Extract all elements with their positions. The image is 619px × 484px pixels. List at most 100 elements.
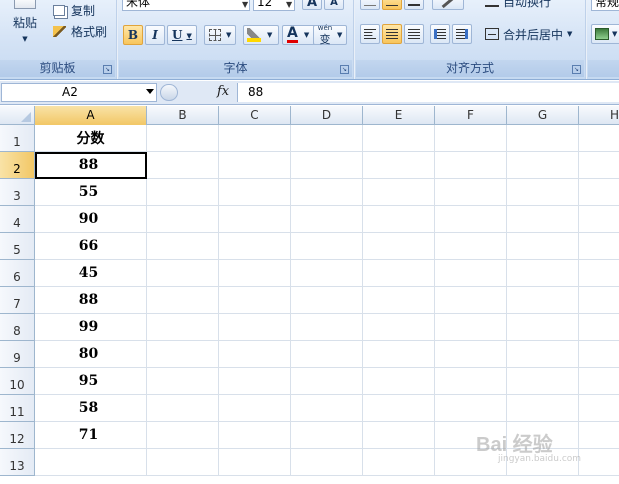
select-all-corner[interactable] (0, 106, 35, 125)
cell-a9[interactable]: 80 (35, 341, 147, 368)
cell-h11[interactable] (579, 395, 619, 422)
italic-button[interactable]: I (145, 25, 165, 45)
accounting-format-button[interactable]: ▼ (591, 24, 619, 44)
cell-a3[interactable]: 55 (35, 179, 147, 206)
phonetic-button[interactable]: wén 变 ▼ (313, 24, 347, 46)
cell-e2[interactable] (363, 152, 435, 179)
cell-e6[interactable] (363, 260, 435, 287)
cell-a6[interactable]: 45 (35, 260, 147, 287)
cell-c10[interactable] (219, 368, 291, 395)
column-header-b[interactable]: B (147, 106, 219, 125)
cell-g10[interactable] (507, 368, 579, 395)
cell-f10[interactable] (435, 368, 507, 395)
cell-g12[interactable] (507, 422, 579, 449)
cell-b11[interactable] (147, 395, 219, 422)
number-format-select[interactable]: 常规 (591, 0, 619, 11)
cell-h5[interactable] (579, 233, 619, 260)
cell-f6[interactable] (435, 260, 507, 287)
cell-h4[interactable] (579, 206, 619, 233)
cell-h13[interactable] (579, 449, 619, 476)
font-name-select[interactable]: 宋体 (122, 0, 250, 11)
cell-g11[interactable] (507, 395, 579, 422)
row-header-2[interactable]: 2 (0, 152, 35, 179)
cell-b1[interactable] (147, 125, 219, 152)
cell-b4[interactable] (147, 206, 219, 233)
cell-h10[interactable] (579, 368, 619, 395)
row-header-11[interactable]: 11 (0, 395, 35, 422)
paste-button[interactable]: 粘贴 ▼ (4, 0, 46, 54)
cell-c4[interactable] (219, 206, 291, 233)
column-header-f[interactable]: F (435, 106, 507, 125)
column-header-g[interactable]: G (507, 106, 579, 125)
cell-d9[interactable] (291, 341, 363, 368)
cell-g5[interactable] (507, 233, 579, 260)
cell-f1[interactable] (435, 125, 507, 152)
cell-a13[interactable] (35, 449, 147, 476)
cell-d5[interactable] (291, 233, 363, 260)
cell-f12[interactable] (435, 422, 507, 449)
cell-g3[interactable] (507, 179, 579, 206)
row-header-6[interactable]: 6 (0, 260, 35, 287)
fill-color-button[interactable]: ▼ (243, 25, 279, 45)
cell-a11[interactable]: 58 (35, 395, 147, 422)
row-header-3[interactable]: 3 (0, 179, 35, 206)
underline-button[interactable]: U ▼ (167, 25, 197, 45)
increase-indent-button[interactable] (452, 24, 472, 44)
column-header-a[interactable]: A (35, 106, 147, 125)
cell-c2[interactable] (219, 152, 291, 179)
cell-d11[interactable] (291, 395, 363, 422)
cell-e10[interactable] (363, 368, 435, 395)
grow-font-button[interactable]: A (302, 0, 322, 10)
cell-b2[interactable] (147, 152, 219, 179)
cell-e5[interactable] (363, 233, 435, 260)
merge-center-button[interactable]: 合并后居中 ▼ (484, 24, 580, 44)
cell-b13[interactable] (147, 449, 219, 476)
cell-d4[interactable] (291, 206, 363, 233)
cell-f3[interactable] (435, 179, 507, 206)
row-header-9[interactable]: 9 (0, 341, 35, 368)
cell-a4[interactable]: 90 (35, 206, 147, 233)
insert-function-icon[interactable]: fx (217, 84, 229, 99)
cell-b9[interactable] (147, 341, 219, 368)
cell-g1[interactable] (507, 125, 579, 152)
row-header-8[interactable]: 8 (0, 314, 35, 341)
cell-b5[interactable] (147, 233, 219, 260)
cell-e7[interactable] (363, 287, 435, 314)
align-left-button[interactable] (360, 24, 380, 44)
cell-c11[interactable] (219, 395, 291, 422)
align-right-button[interactable] (404, 24, 424, 44)
align-center-button[interactable] (382, 24, 402, 44)
wrap-text-button[interactable]: 自动换行 (484, 0, 574, 10)
cell-c1[interactable] (219, 125, 291, 152)
name-box[interactable]: A2 (1, 83, 157, 102)
top-align-button[interactable] (360, 0, 380, 10)
cell-b10[interactable] (147, 368, 219, 395)
cell-h3[interactable] (579, 179, 619, 206)
cell-f8[interactable] (435, 314, 507, 341)
cell-g13[interactable] (507, 449, 579, 476)
column-header-h[interactable]: H (579, 106, 619, 125)
cell-a5[interactable]: 66 (35, 233, 147, 260)
cell-f9[interactable] (435, 341, 507, 368)
font-color-button[interactable]: A ▼ (282, 25, 316, 45)
row-header-1[interactable]: 1 (0, 125, 35, 152)
cell-h2[interactable] (579, 152, 619, 179)
cell-b3[interactable] (147, 179, 219, 206)
cell-c7[interactable] (219, 287, 291, 314)
cell-h8[interactable] (579, 314, 619, 341)
cell-b8[interactable] (147, 314, 219, 341)
cell-d10[interactable] (291, 368, 363, 395)
cell-c6[interactable] (219, 260, 291, 287)
cell-d12[interactable] (291, 422, 363, 449)
orientation-button[interactable] (432, 0, 464, 10)
cell-b12[interactable] (147, 422, 219, 449)
cell-d6[interactable] (291, 260, 363, 287)
row-header-5[interactable]: 5 (0, 233, 35, 260)
cell-e12[interactable] (363, 422, 435, 449)
borders-button[interactable]: ▼ (204, 25, 236, 45)
cell-d2[interactable] (291, 152, 363, 179)
row-header-13[interactable]: 13 (0, 449, 35, 476)
row-header-12[interactable]: 12 (0, 422, 35, 449)
column-header-c[interactable]: C (219, 106, 291, 125)
cell-a7[interactable]: 88 (35, 287, 147, 314)
